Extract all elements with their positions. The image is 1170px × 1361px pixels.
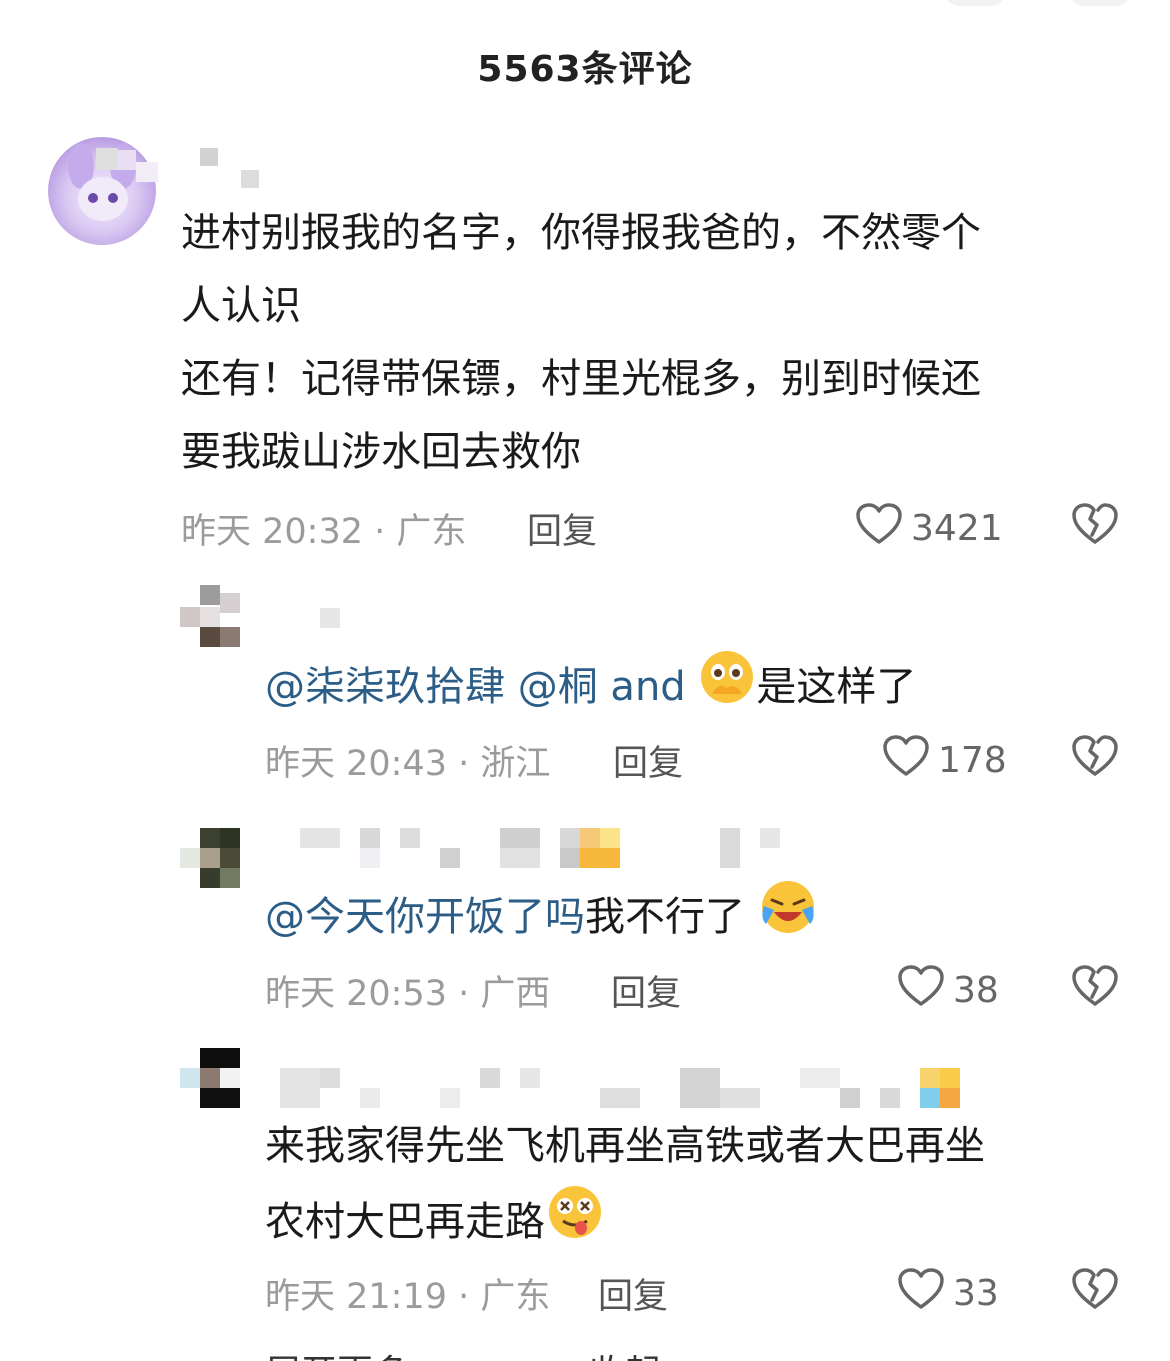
mention-link[interactable]: @柒柒玖拾肆: [265, 664, 505, 710]
reply-button[interactable]: 回复: [598, 1268, 668, 1319]
reply-text: 我不行了: [585, 894, 745, 940]
reply-text: 是这样了: [756, 664, 917, 710]
like-count: 178: [938, 740, 1007, 781]
expand-more-button[interactable]: 展开更多收起: [265, 1344, 661, 1361]
comment-time-location: 昨天 20:53 · 广西: [265, 974, 551, 1014]
like-count: 33: [953, 1273, 999, 1314]
reply-body: @柒柒玖拾肆 @桐 and 是这样了: [265, 648, 916, 730]
broken-heart-icon[interactable]: [1071, 964, 1119, 1012]
pleading-face-hands-emoji: [698, 648, 756, 730]
like-button[interactable]: 33: [897, 1267, 999, 1320]
mention-link[interactable]: @桐 and: [518, 664, 686, 710]
heart-outline-icon: [882, 734, 930, 787]
comment-time-location: 昨天 21:19 · 广东: [265, 1277, 551, 1317]
like-count: 3421: [911, 508, 1003, 549]
broken-heart-icon[interactable]: [1071, 1267, 1119, 1315]
reply-button[interactable]: 回复: [611, 965, 681, 1016]
heart-outline-icon: [897, 964, 945, 1017]
like-button[interactable]: 38: [897, 964, 999, 1017]
loudly-crying-laughing-emoji: [758, 878, 818, 960]
broken-heart-icon[interactable]: [1071, 502, 1119, 550]
mention-link[interactable]: @今天你开饭了吗: [265, 894, 585, 940]
heart-outline-icon: [855, 502, 903, 555]
like-button[interactable]: 3421: [855, 502, 1003, 555]
reply-button[interactable]: 回复: [527, 503, 597, 554]
heart-outline-icon: [897, 1267, 945, 1320]
reply-button[interactable]: 回复: [613, 735, 683, 786]
broken-heart-icon[interactable]: [1071, 734, 1119, 782]
reply-body: 来我家得先坐飞机再坐高铁或者大巴再坐 农村大巴再走路: [265, 1110, 1125, 1265]
dizzy-tongue-face-emoji: [545, 1183, 605, 1265]
comment-count-title: 5563条评论: [477, 49, 693, 90]
like-count: 38: [953, 970, 999, 1011]
top-control-pill: [1070, 0, 1130, 6]
comment-body: 进村别报我的名字，你得报我爸的，不然零个 人认识 还有！记得带保镖，村里光棍多，…: [181, 210, 981, 475]
like-button[interactable]: 178: [882, 734, 1007, 787]
reply-body: @今天你开饭了吗我不行了: [265, 878, 818, 960]
top-control-pill: [945, 0, 1005, 6]
comment-time-location: 昨天 20:43 · 浙江: [265, 744, 551, 784]
comment-time-location: 昨天 20:32 · 广东: [181, 512, 467, 552]
collapse-button[interactable]: 收起: [589, 1353, 661, 1361]
